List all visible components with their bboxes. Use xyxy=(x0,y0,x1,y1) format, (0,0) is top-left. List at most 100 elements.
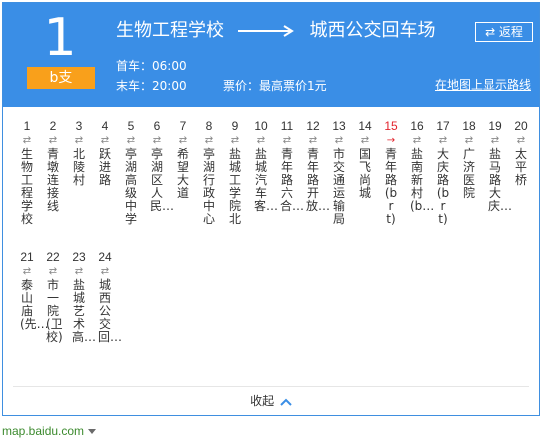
bus-stop[interactable]: 24 ⇄ 城西公交回… xyxy=(94,249,122,344)
bus-stop[interactable]: 17 ⇄ 大庆路(brt) xyxy=(432,118,454,226)
stop-number: 1 xyxy=(23,119,31,133)
bidirectional-arrow-icon: ⇄ xyxy=(334,135,344,146)
bus-stop[interactable]: 5 ⇄ 亭湖高级中学 xyxy=(120,118,142,226)
stop-name[interactable]: 大庆路(brt) xyxy=(436,148,450,226)
bus-stop[interactable]: 4 ⇄ 跃进路 xyxy=(94,118,116,187)
route-origin: 生物工程学校 xyxy=(116,20,224,41)
bus-stop[interactable]: 23 ⇄ 盐城艺术高… xyxy=(68,249,96,344)
stop-name[interactable]: 盐马路大庆… xyxy=(488,148,512,213)
source-footer[interactable]: map.baidu.com xyxy=(2,424,97,438)
route-direction: 生物工程学校 城西公交回车场 xyxy=(116,17,435,45)
stop-number: 8 xyxy=(205,119,213,133)
stop-name[interactable]: 泰山庙(先… xyxy=(20,279,49,331)
bus-stop[interactable]: 13 ⇄ 市交通运输局 xyxy=(328,118,350,226)
bus-stop[interactable]: 1 ⇄ 生物工程学校 xyxy=(16,118,38,226)
stop-number: 20 xyxy=(514,119,528,133)
stop-number: 12 xyxy=(306,119,320,133)
bidirectional-arrow-icon: ⇄ xyxy=(438,135,448,146)
collapse-label: 收起 xyxy=(250,394,275,408)
bus-stop[interactable]: 9 ⇄ 盐城工学院北 xyxy=(224,118,246,226)
current-stop-arrow-icon: → xyxy=(386,135,396,146)
bus-stop[interactable]: 18 ⇄ 广济医院 xyxy=(458,118,480,200)
stop-number: 5 xyxy=(127,119,135,133)
stop-name[interactable]: 盐城汽车客… xyxy=(254,148,278,213)
bus-stop[interactable]: 6 ⇄ 亭湖区人民… xyxy=(146,118,174,213)
stop-number: 19 xyxy=(488,119,502,133)
stop-name[interactable]: 城西公交回… xyxy=(98,279,122,344)
stop-name[interactable]: 市一院(卫校) xyxy=(46,279,63,344)
stop-number: 7 xyxy=(179,119,187,133)
stop-name[interactable]: 太平桥 xyxy=(514,148,528,187)
bus-stop[interactable]: 19 ⇄ 盐马路大庆… xyxy=(484,118,512,213)
show-route-on-map-link[interactable]: 在地图上显示路线 xyxy=(435,76,531,93)
stop-number: 18 xyxy=(462,119,476,133)
bus-stop[interactable]: 16 ⇄ 盐南新村(b… xyxy=(406,118,434,213)
stop-number: 22 xyxy=(46,250,60,264)
last-bus-time: 末车：20:00 xyxy=(116,79,187,93)
bidirectional-arrow-icon: ⇄ xyxy=(178,135,188,146)
bidirectional-arrow-icon: ⇄ xyxy=(360,135,370,146)
bus-stop[interactable]: 7 ⇄ 希望大道 xyxy=(172,118,194,200)
first-bus-time: 首车：06:00 xyxy=(116,59,187,73)
bus-stop[interactable]: 8 ⇄ 亭湖行政中心 xyxy=(198,118,220,226)
bus-stop[interactable]: 12 ⇄ 青年路开放… xyxy=(302,118,330,213)
bus-stop[interactable]: 20 ⇄ 太平桥 xyxy=(510,118,532,187)
bidirectional-arrow-icon: ⇄ xyxy=(100,135,110,146)
bidirectional-arrow-icon: ⇄ xyxy=(152,135,162,146)
stop-name[interactable]: 盐城艺术高… xyxy=(72,279,96,344)
stop-number: 13 xyxy=(332,119,346,133)
stop-name[interactable]: 生物工程学校 xyxy=(20,148,34,226)
bidirectional-arrow-icon: ⇄ xyxy=(282,135,292,146)
stop-name[interactable]: 盐城工学院北 xyxy=(228,148,242,226)
bus-stop[interactable]: 10 ⇄ 盐城汽车客… xyxy=(250,118,278,213)
chevron-up-icon xyxy=(280,398,292,406)
bidirectional-arrow-icon: ⇄ xyxy=(100,266,110,277)
bidirectional-arrow-icon: ⇄ xyxy=(308,135,318,146)
bidirectional-arrow-icon: ⇄ xyxy=(412,135,422,146)
bus-stop[interactable]: 11 ⇄ 青年路六合… xyxy=(276,118,304,213)
stop-name[interactable]: 盐南新村(b… xyxy=(410,148,434,213)
stop-number: 16 xyxy=(410,119,424,133)
stop-number: 14 xyxy=(358,119,372,133)
stop-name[interactable]: 跃进路 xyxy=(98,148,112,187)
divider xyxy=(13,386,529,387)
collapse-button[interactable]: 收起 xyxy=(3,391,539,411)
stop-number: 9 xyxy=(231,119,239,133)
stop-name[interactable]: 亭湖区人民… xyxy=(150,148,174,213)
return-trip-button[interactable]: ⇄ 返程 xyxy=(475,22,533,42)
bidirectional-arrow-icon: ⇄ xyxy=(126,135,136,146)
stop-name[interactable]: 青年路开放… xyxy=(306,148,330,213)
bus-stop[interactable]: 14 ⇄ 国飞尚城 xyxy=(354,118,376,200)
stop-name[interactable]: 广济医院 xyxy=(462,148,476,200)
bus-stop[interactable]: 3 ⇄ 北陵村 xyxy=(68,118,90,187)
route-destination: 城西公交回车场 xyxy=(309,20,436,41)
stop-name[interactable]: 青年路六合… xyxy=(280,148,304,213)
stop-name[interactable]: 希望大道 xyxy=(176,148,190,200)
bidirectional-arrow-icon: ⇄ xyxy=(48,135,58,146)
stop-name[interactable]: 国飞尚城 xyxy=(358,148,372,200)
stop-name[interactable]: 亭湖行政中心 xyxy=(202,148,216,226)
stop-number: 24 xyxy=(98,250,112,264)
stop-name[interactable]: 青墩连接线 xyxy=(46,148,60,213)
caret-down-icon xyxy=(88,429,97,435)
bidirectional-arrow-icon: ⇄ xyxy=(22,266,32,277)
stop-number: 11 xyxy=(280,119,294,133)
route-branch-badge: b支 xyxy=(27,67,95,89)
bus-stop[interactable]: 2 ⇄ 青墩连接线 xyxy=(42,118,64,213)
stop-number: 2 xyxy=(49,119,57,133)
bidirectional-arrow-icon: ⇄ xyxy=(204,135,214,146)
stop-number: 15 xyxy=(384,119,398,133)
stop-name[interactable]: 亭湖高级中学 xyxy=(124,148,138,226)
direction-arrow-icon xyxy=(237,25,294,37)
bidirectional-arrow-icon: ⇄ xyxy=(48,266,58,277)
stop-name[interactable]: 青年路(brt) xyxy=(384,148,398,226)
stop-name[interactable]: 市交通运输局 xyxy=(332,148,346,226)
bus-stop[interactable]: 22 ⇄ 市一院(卫校) xyxy=(42,249,64,344)
stop-name[interactable]: 北陵村 xyxy=(72,148,86,187)
bidirectional-arrow-icon: ⇄ xyxy=(74,135,84,146)
bus-stop[interactable]: 15 → 青年路(brt) xyxy=(380,118,402,226)
bus-stop[interactable]: 21 ⇄ 泰山庙(先… xyxy=(16,249,49,331)
source-url: map.baidu.com xyxy=(2,424,85,438)
stop-number: 3 xyxy=(75,119,83,133)
stop-number: 6 xyxy=(153,119,161,133)
